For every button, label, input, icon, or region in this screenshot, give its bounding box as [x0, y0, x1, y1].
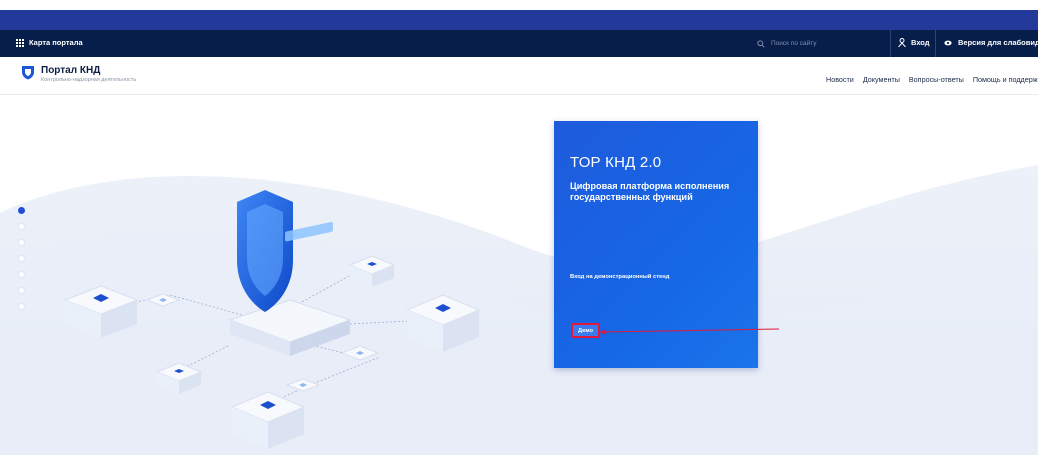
slider-dot[interactable]	[18, 287, 25, 294]
divider	[890, 30, 891, 57]
demo-stand-link[interactable]: Вход на демонстрационный стенд	[570, 274, 669, 280]
login-button[interactable]: Вход	[898, 38, 930, 47]
demo-button[interactable]: Демо	[571, 323, 600, 338]
shield-logo-icon	[21, 65, 35, 80]
user-icon	[898, 38, 906, 47]
topbar: Карта портала Поиск по сайту Вход Версия…	[0, 30, 1038, 57]
top-band	[0, 10, 1038, 30]
portal-map-button[interactable]: Карта портала	[16, 38, 83, 47]
grid-icon	[16, 38, 24, 47]
slider-dot[interactable]	[18, 239, 25, 246]
hero-illustration	[0, 165, 1038, 455]
eye-icon	[944, 40, 952, 46]
card-title: ТОР КНД 2.0	[570, 154, 662, 171]
nav-documents[interactable]: Документы	[863, 75, 900, 84]
slider-dot[interactable]	[18, 271, 25, 278]
divider	[935, 30, 936, 57]
logo-subtitle: Контрольно-надзорная деятельность	[41, 77, 137, 83]
logo[interactable]: Портал КНД Контрольно-надзорная деятельн…	[21, 65, 136, 84]
login-label: Вход	[911, 38, 930, 47]
slider-dot[interactable]	[18, 255, 25, 262]
site-header: Портал КНД Контрольно-надзорная деятельн…	[0, 57, 1038, 95]
accessibility-version-button[interactable]: Версия для слабовидящих	[944, 38, 1038, 47]
slider-dots	[18, 207, 26, 319]
annotation-arrow	[599, 328, 780, 335]
nav-faq[interactable]: Вопросы-ответы	[909, 75, 964, 84]
search-icon	[757, 39, 765, 48]
search-input[interactable]: Поиск по сайту	[757, 36, 889, 51]
version-label: Версия для слабовидящих	[958, 38, 1038, 47]
page: Карта портала Поиск по сайту Вход Версия…	[0, 0, 1038, 455]
main-nav: Новости Документы Вопросы-ответы Помощь …	[826, 75, 1038, 84]
slider-dot[interactable]	[18, 207, 25, 214]
nav-help-support[interactable]: Помощь и поддержка	[973, 75, 1038, 84]
slider-dot[interactable]	[18, 303, 25, 310]
nav-news[interactable]: Новости	[826, 75, 854, 84]
card-subtitle: Цифровая платформа исполнения государств…	[570, 181, 730, 202]
search-placeholder: Поиск по сайту	[771, 40, 817, 47]
frame-top	[0, 0, 1038, 10]
logo-title: Портал КНД	[41, 65, 101, 76]
slider-dot[interactable]	[18, 223, 25, 230]
hero-section: ТОР КНД 2.0 Цифровая платформа исполнени…	[0, 95, 1038, 455]
portal-map-label: Карта портала	[29, 38, 83, 47]
